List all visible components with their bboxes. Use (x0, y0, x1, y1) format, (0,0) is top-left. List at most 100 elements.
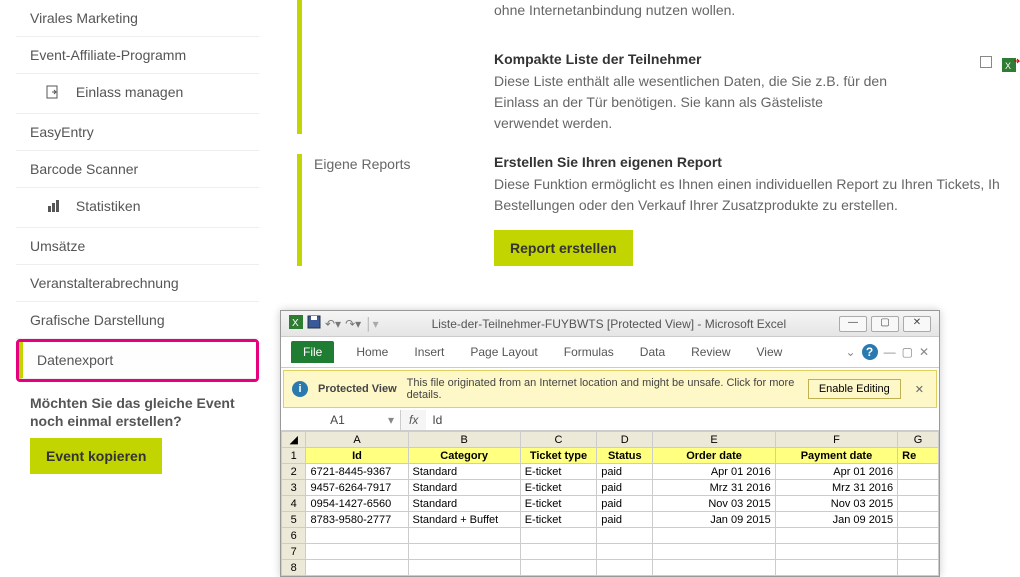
sidebar-item-einlass[interactable]: Einlass managen (16, 74, 259, 114)
reports-title: Erstellen Sie Ihren eigenen Report (494, 154, 1010, 170)
row-header[interactable]: 4 (282, 496, 306, 512)
col-header-b[interactable]: B (408, 432, 520, 448)
stats-icon (46, 198, 64, 217)
help-icon[interactable]: ? (862, 344, 878, 360)
sidebar-item-easyentry[interactable]: EasyEntry (16, 114, 259, 151)
col-header-e[interactable]: E (653, 432, 775, 448)
ribbon-tab-data[interactable]: Data (636, 341, 669, 363)
row-header[interactable]: 1 (282, 448, 306, 464)
qat-divider: │▾ (365, 317, 379, 331)
sidebar-item-label: Event-Affiliate-Programm (30, 47, 186, 63)
sidebar-item-label: EasyEntry (30, 124, 94, 140)
section-list-prev: ohne Internetanbindung nutzen wollen. Ko… (297, 0, 1020, 134)
col-header-g[interactable]: G (898, 432, 939, 448)
spreadsheet-grid[interactable]: ◢ A B C D E F G 1 Id Category Ticket typ… (281, 431, 939, 576)
sidebar-item-label: Veranstalterabrechnung (30, 275, 179, 291)
window-minimize-button[interactable]: — (839, 316, 867, 332)
namebox-chevron-icon[interactable]: ▾ (388, 413, 394, 427)
sidebar-item-umsaetze[interactable]: Umsätze (16, 228, 259, 265)
sidebar-item-label: Umsätze (30, 238, 85, 254)
fx-icon[interactable]: fx (401, 413, 426, 427)
table-row[interactable]: 6 (282, 528, 939, 544)
highlight-datenexport: Datenexport (16, 339, 259, 382)
window-restore-button[interactable]: ▢ (871, 316, 899, 332)
reports-desc: Diese Funktion ermöglicht es Ihnen einen… (494, 174, 1010, 216)
entry-icon (46, 84, 64, 103)
svg-text:X: X (292, 318, 299, 329)
row-header[interactable]: 3 (282, 480, 306, 496)
sidebar-item-label: Grafische Darstellung (30, 312, 165, 328)
table-row[interactable]: 8 (282, 560, 939, 576)
save-icon[interactable] (307, 315, 321, 332)
table-row[interactable]: 7 (282, 544, 939, 560)
svg-text:X: X (1005, 61, 1011, 71)
col-header-f[interactable]: F (775, 432, 897, 448)
sidebar-item-abrechnung[interactable]: Veranstalterabrechnung (16, 265, 259, 302)
info-icon: i (292, 381, 308, 397)
col-header-a[interactable]: A (306, 432, 408, 448)
excel-ribbon: File Home Insert Page Layout Formulas Da… (281, 337, 939, 368)
sidebar-item-grafisch[interactable]: Grafische Darstellung (16, 302, 259, 339)
formula-bar: A1 ▾ fx Id (281, 410, 939, 431)
ribbon-tab-insert[interactable]: Insert (410, 341, 448, 363)
row-header[interactable]: 2 (282, 464, 306, 480)
col-header-c[interactable]: C (520, 432, 597, 448)
sidebar-item-affiliate[interactable]: Event-Affiliate-Programm (16, 37, 259, 74)
promo-text: Möchten Sie das gleiche Event noch einma… (30, 394, 245, 430)
enable-editing-button[interactable]: Enable Editing (808, 379, 901, 399)
select-all-corner[interactable]: ◢ (282, 432, 306, 448)
ribbon-tab-file[interactable]: File (291, 341, 334, 363)
kompakt-checkbox[interactable] (980, 56, 992, 68)
excel-logo-icon: X (289, 315, 303, 332)
section-label-reports: Eigene Reports (314, 154, 494, 266)
list-desc-tail: ohne Internetanbindung nutzen wollen. (494, 0, 890, 21)
row-header[interactable]: 7 (282, 544, 306, 560)
promo-box: Möchten Sie das gleiche Event noch einma… (16, 382, 259, 486)
kompakt-title: Kompakte Liste der Teilnehmer (494, 51, 890, 67)
sidebar-item-datenexport[interactable]: Datenexport (19, 342, 256, 379)
sidebar-item-label: Einlass managen (76, 84, 183, 100)
ribbon-restore-icon[interactable]: ▢ (902, 345, 913, 359)
sidebar-item-statistiken[interactable]: Statistiken (16, 188, 259, 228)
pv-close-icon[interactable]: ✕ (911, 383, 928, 396)
col-header-d[interactable]: D (597, 432, 653, 448)
section-bar (297, 154, 302, 266)
table-row[interactable]: 26721-8445-9367StandardE-ticketpaidApr 0… (282, 464, 939, 480)
ribbon-tab-view[interactable]: View (753, 341, 787, 363)
table-row[interactable]: 40954-1427-6560StandardE-ticketpaidNov 0… (282, 496, 939, 512)
excel-titlebar[interactable]: X ↶▾ ↷▾ │▾ Liste-der-Teilnehmer-FUYBWTS … (281, 311, 939, 337)
name-box[interactable]: A1 ▾ (281, 410, 401, 430)
ribbon-close-icon[interactable]: ✕ (919, 345, 929, 359)
table-row[interactable]: 58783-9580-2777Standard + BuffetE-ticket… (282, 512, 939, 528)
report-create-button[interactable]: Report erstellen (494, 230, 633, 266)
row-header[interactable]: 6 (282, 528, 306, 544)
kompakt-desc: Diese Liste enthält alle wesentlichen Da… (494, 71, 890, 134)
ribbon-tab-pagelayout[interactable]: Page Layout (466, 341, 541, 363)
window-close-button[interactable]: ✕ (903, 316, 931, 332)
excel-title-text: Liste-der-Teilnehmer-FUYBWTS [Protected … (385, 317, 833, 331)
ribbon-chevron-icon[interactable]: ⌄ (846, 345, 856, 359)
row-header[interactable]: 8 (282, 560, 306, 576)
pv-label: Protected View (318, 383, 397, 395)
sidebar-item-barcode[interactable]: Barcode Scanner (16, 151, 259, 188)
section-bar (297, 0, 302, 134)
protected-view-bar: i Protected View This file originated fr… (283, 370, 937, 408)
row-header[interactable]: 5 (282, 512, 306, 528)
event-copy-button[interactable]: Event kopieren (30, 438, 162, 474)
redo-icon[interactable]: ↷▾ (345, 317, 361, 331)
pv-message: This file originated from an Internet lo… (407, 377, 798, 401)
ribbon-tab-review[interactable]: Review (687, 341, 734, 363)
sidebar-item-label: Virales Marketing (30, 10, 138, 26)
formula-input[interactable]: Id (426, 410, 939, 430)
undo-icon[interactable]: ↶▾ (325, 317, 341, 331)
section-label-empty (314, 0, 494, 134)
excel-export-icon[interactable]: X (1002, 56, 1020, 74)
excel-window: X ↶▾ ↷▾ │▾ Liste-der-Teilnehmer-FUYBWTS … (280, 310, 940, 577)
sidebar-item-virales-marketing[interactable]: Virales Marketing (16, 0, 259, 37)
table-header-row[interactable]: 1 Id Category Ticket type Status Order d… (282, 448, 939, 464)
table-row[interactable]: 39457-6264-7917StandardE-ticketpaidMrz 3… (282, 480, 939, 496)
sidebar-item-label: Barcode Scanner (30, 161, 138, 177)
ribbon-tab-home[interactable]: Home (352, 341, 392, 363)
ribbon-tab-formulas[interactable]: Formulas (560, 341, 618, 363)
ribbon-min-icon[interactable]: — (884, 345, 896, 359)
